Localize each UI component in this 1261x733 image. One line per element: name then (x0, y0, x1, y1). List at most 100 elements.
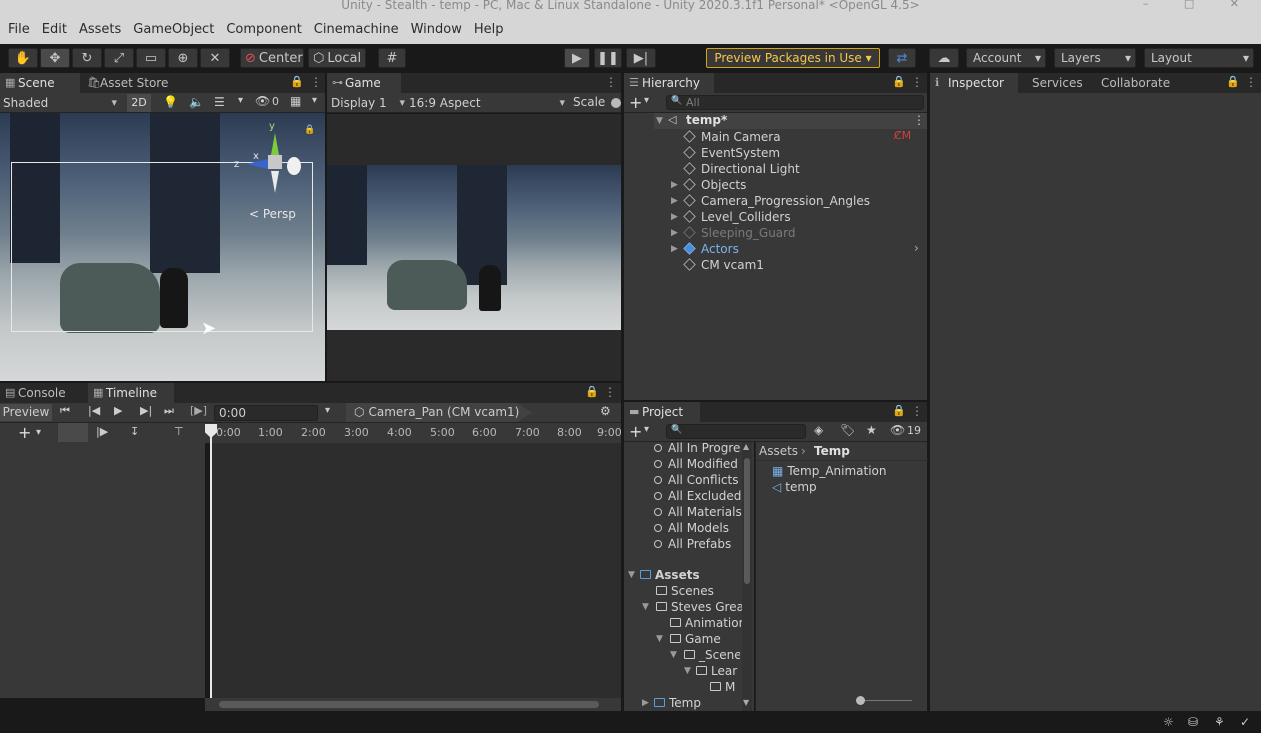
time-field[interactable]: 0:00 (214, 405, 318, 421)
scale-slider-thumb[interactable] (611, 98, 621, 108)
gear-icon[interactable]: ⚙ (600, 404, 611, 418)
chevron-down-icon[interactable]: ▾ (238, 95, 243, 106)
tree-vscrollbar[interactable]: ▲ ▼ (742, 442, 752, 711)
add-track-icon[interactable]: + (18, 423, 31, 442)
gizmo-x-axis[interactable] (287, 157, 301, 175)
lock-icon[interactable]: 🔒 (585, 385, 599, 398)
favorite-search[interactable]: All Prefabs (654, 536, 731, 552)
hierarchy-item[interactable]: Objects (683, 177, 746, 193)
tab-console[interactable]: ▤ Console (0, 383, 84, 403)
expand-arrow-icon[interactable]: ▼ (684, 666, 691, 676)
add-icon[interactable]: + (629, 93, 642, 112)
game-viewport[interactable] (327, 165, 621, 330)
check-circle-icon[interactable]: ✓ (1240, 715, 1250, 729)
favorite-search[interactable]: All In Progre (654, 442, 740, 456)
menu-window[interactable]: Window (405, 22, 468, 37)
chevron-down-icon[interactable]: ▾ (312, 95, 317, 106)
tab-hierarchy[interactable]: ☰ Hierarchy (624, 73, 714, 93)
menu-file[interactable]: File (2, 22, 36, 37)
director-breadcrumb[interactable]: ⬡ Camera_Pan (CM vcam1) (346, 403, 532, 422)
play-icon[interactable]: ▶ (114, 404, 122, 417)
marker-icon[interactable]: ⊤ (174, 425, 184, 438)
scrollbar-thumb[interactable] (744, 458, 750, 584)
toggle-2d-button[interactable]: 2D (127, 94, 151, 112)
expand-arrow-icon[interactable]: ▶ (671, 196, 678, 206)
expand-arrow-icon[interactable]: ▶ (671, 180, 678, 190)
folder-item[interactable]: Animation (670, 615, 744, 631)
playhead[interactable] (210, 436, 212, 698)
grid-icon[interactable]: ▦ (290, 94, 301, 108)
menu-cinemachine[interactable]: Cinemachine (308, 22, 405, 37)
persp-label[interactable]: < Persp (249, 207, 296, 221)
expand-arrow-icon[interactable]: ▶ (671, 212, 678, 222)
chevron-right-icon[interactable]: › (914, 241, 919, 255)
expand-arrow-icon[interactable]: ▶ (642, 698, 649, 708)
label-icon[interactable]: 🏷 (840, 423, 855, 437)
kebab-menu-icon[interactable]: ⋮ (310, 75, 322, 89)
chevron-down-icon[interactable]: ▾ (325, 405, 330, 416)
ripple-icon[interactable]: ↧ (130, 425, 139, 438)
transform-tool-icon[interactable]: ⊕ (168, 48, 198, 68)
hidden-objects-icon[interactable]: 👁 (255, 94, 270, 108)
layout-dropdown[interactable]: Layout ▾ (1144, 48, 1254, 68)
play-range-icon[interactable]: [▶] (190, 404, 207, 417)
hierarchy-search-input[interactable]: 🔍 All (666, 95, 924, 110)
cloud-icon[interactable]: ☁ (929, 48, 959, 68)
asset-item[interactable]: ▦ Temp_Animation (772, 463, 887, 479)
cache-server-icon[interactable]: ⛁ (1188, 715, 1198, 729)
debug-icon[interactable]: ⚘ (1214, 715, 1225, 729)
folder-item[interactable]: M (710, 679, 740, 695)
curves-toggle[interactable] (58, 423, 88, 442)
audio-icon[interactable]: 🔈 (189, 95, 204, 109)
scene-row[interactable]: ▼ ◁ temp* ⋮ (654, 113, 927, 129)
play-button[interactable]: ▶ (564, 48, 590, 68)
clip-edit-icon[interactable]: |▶ (96, 425, 108, 438)
hand-tool-icon[interactable]: ✋ (8, 48, 38, 68)
kebab-menu-icon[interactable]: ⋮ (913, 113, 925, 127)
tab-services[interactable]: Services (1014, 73, 1088, 93)
kebab-menu-icon[interactable]: ⋮ (605, 75, 617, 89)
gizmo-neg-y-axis[interactable] (271, 171, 279, 193)
lock-icon[interactable]: 🔒 (892, 404, 906, 417)
assets-root-folder[interactable]: Assets (640, 567, 700, 583)
tab-project[interactable]: ▬ Project (624, 402, 700, 422)
rect-tool-icon[interactable]: ▭ (136, 48, 166, 68)
hierarchy-item[interactable]: CM vcam1 (683, 257, 764, 273)
scene-gizmo[interactable]: y z x 🔒 (234, 121, 315, 203)
search-by-type-icon[interactable]: ◈ (814, 423, 823, 437)
hierarchy-item-disabled[interactable]: Sleeping_Guard (683, 225, 796, 241)
tab-game[interactable]: ⊶ Game (327, 73, 401, 93)
pause-button[interactable]: ❚❚ (594, 48, 622, 68)
hierarchy-item[interactable]: EventSystem (683, 145, 780, 161)
move-tool-icon[interactable]: ✥ (40, 48, 70, 68)
favorite-search[interactable]: All Modified (654, 456, 738, 472)
time-ruler[interactable]: 0:00 1:00 2:00 3:00 4:00 5:00 6:00 7:00 … (210, 426, 622, 442)
expand-arrow-icon[interactable]: ▼ (642, 602, 649, 612)
step-button[interactable]: ▶| (626, 48, 656, 68)
scroll-up-icon[interactable]: ▲ (743, 442, 749, 451)
kebab-menu-icon[interactable]: ⋮ (1245, 75, 1257, 89)
folder-item[interactable]: Temp (654, 695, 740, 711)
chevron-down-icon[interactable]: ▾ (644, 424, 649, 435)
hidden-packages-icon[interactable]: 👁 (890, 423, 905, 437)
folder-item[interactable]: Game (670, 631, 744, 647)
tab-inspector[interactable]: ℹ Inspector (930, 73, 1018, 93)
expand-arrow-icon[interactable]: ▼ (656, 116, 663, 126)
display-dropdown[interactable]: Display 1 (331, 94, 407, 112)
breadcrumb-assets[interactable]: Assets (759, 444, 798, 458)
window-controls[interactable]: – □ ✕ (1143, 0, 1255, 10)
folder-item[interactable]: _Scene (684, 647, 740, 663)
favorite-search[interactable]: All Excluded (654, 488, 741, 504)
add-icon[interactable]: + (629, 422, 642, 441)
auto-generate-lighting-icon[interactable]: ☼ (1163, 715, 1174, 729)
expand-arrow-icon[interactable]: ▶ (671, 244, 678, 254)
expand-arrow-icon[interactable]: ▶ (671, 228, 678, 238)
kebab-menu-icon[interactable]: ⋮ (911, 404, 923, 418)
rotate-tool-icon[interactable]: ↻ (72, 48, 102, 68)
lock-icon[interactable]: 🔒 (1226, 75, 1240, 88)
pivot-toggle[interactable]: ⊘ Center (240, 48, 304, 68)
timeline-hscrollbar[interactable] (205, 698, 621, 711)
favorite-search[interactable]: All Materials (654, 504, 742, 520)
chevron-down-icon[interactable]: ▾ (36, 427, 41, 438)
scene-viewport[interactable]: y z x 🔒 < Persp ➤ (0, 113, 325, 381)
